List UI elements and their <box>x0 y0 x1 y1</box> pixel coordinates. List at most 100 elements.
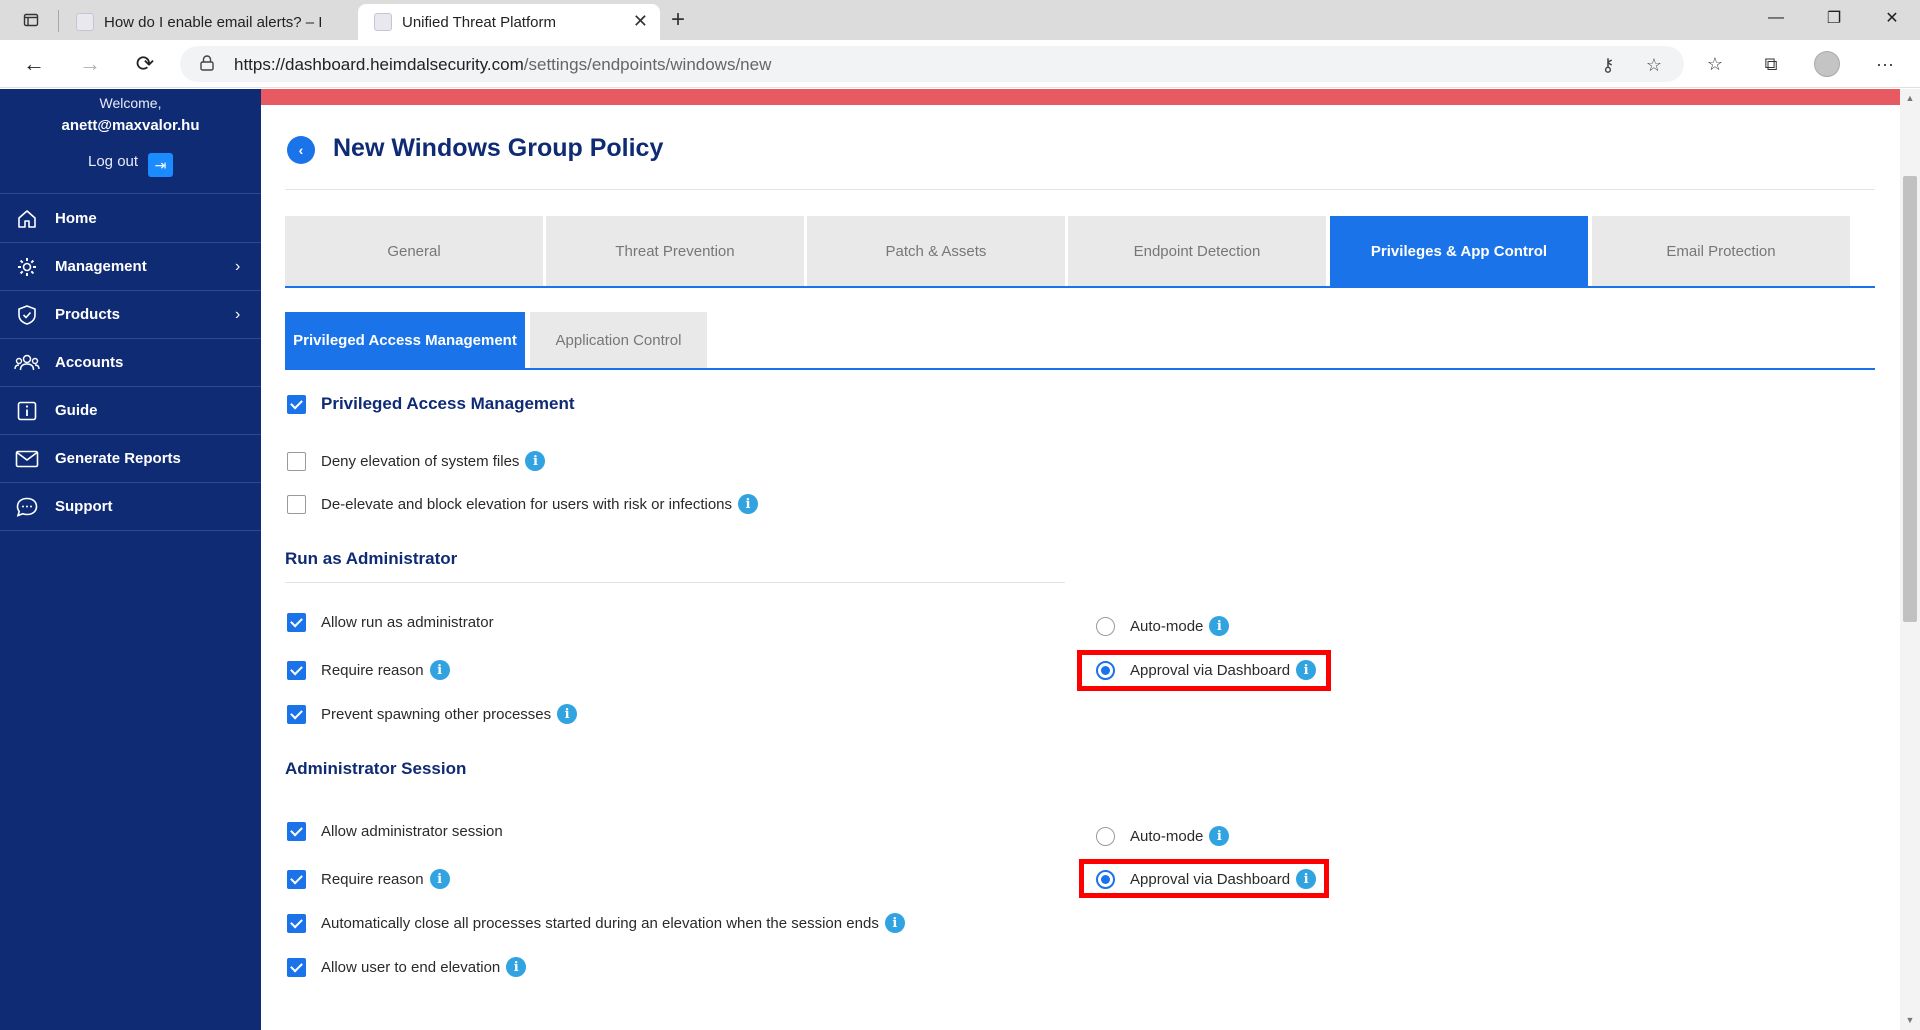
info-icon[interactable]: i <box>1209 616 1230 636</box>
info-icon[interactable]: i <box>525 451 546 471</box>
prevent-spawning-label: Prevent spawning other processes <box>321 705 552 723</box>
allow-run-as-admin-label: Allow run as administrator <box>321 614 494 631</box>
sidebar-item-management[interactable]: Management › <box>0 243 261 290</box>
tab-separator <box>58 10 59 32</box>
back-arrow-icon[interactable]: ← <box>16 48 52 80</box>
url-text[interactable]: https://dashboard.heimdalsecurity.com/se… <box>234 55 771 75</box>
session-require-reason-checkbox[interactable] <box>287 869 306 889</box>
subtab-privileged-access-management[interactable]: Privileged Access Management <box>285 312 525 368</box>
logout-link[interactable]: Log out <box>88 153 138 170</box>
run-auto-mode-row: Auto-mode i <box>1096 616 1230 636</box>
sidebar-item-guide[interactable]: Guide <box>0 387 261 434</box>
favorites-icon[interactable]: ☆ <box>1700 50 1730 78</box>
close-tab-icon[interactable]: ✕ <box>633 11 648 32</box>
scroll-down-icon[interactable]: ▼ <box>1903 1013 1917 1027</box>
tab-endpoint-detection[interactable]: Endpoint Detection <box>1068 216 1326 286</box>
url-host: https://dashboard.heimdalsecurity.com <box>234 55 524 74</box>
chevron-right-icon: › <box>235 257 241 275</box>
browser-tab-email-alerts[interactable]: How do I enable email alerts? – I <box>60 4 356 40</box>
scrollbar-thumb[interactable] <box>1903 176 1917 622</box>
profile-avatar[interactable] <box>1814 51 1840 77</box>
tab-email-protection[interactable]: Email Protection <box>1592 216 1850 286</box>
more-menu-icon[interactable]: ··· <box>1870 50 1900 78</box>
key-icon[interactable]: ⚷ <box>1596 53 1620 77</box>
sidebar-item-products[interactable]: Products › <box>0 291 261 338</box>
sidebar: Welcome, anett@maxvalor.hu Log out ⇥ Hom… <box>0 89 261 1030</box>
deny-elevation-row: Deny elevation of system files i <box>287 451 546 471</box>
de-elevate-row: De-elevate and block elevation for users… <box>287 494 759 514</box>
sidebar-item-label: Accounts <box>55 354 124 371</box>
tab-privileges-app-control[interactable]: Privileges & App Control <box>1330 216 1588 286</box>
browser-tab-unified-threat-platform[interactable]: Unified Threat Platform ✕ <box>358 4 660 40</box>
shield-icon <box>14 302 40 328</box>
add-favorite-icon[interactable]: ☆ <box>1642 53 1666 77</box>
sidebar-item-label: Products <box>55 306 121 323</box>
close-window-icon[interactable]: ✕ <box>1864 0 1920 36</box>
tab-patch-assets[interactable]: Patch & Assets <box>807 216 1065 286</box>
sidebar-item-generate-reports[interactable]: Generate Reports <box>0 435 261 482</box>
subtab-application-control[interactable]: Application Control <box>530 312 707 368</box>
allow-admin-session-row: Allow administrator session <box>287 822 503 841</box>
forward-arrow-icon[interactable]: → <box>72 48 108 80</box>
collections-icon[interactable]: ⧉ <box>1756 50 1786 78</box>
sidebar-item-accounts[interactable]: Accounts <box>0 339 261 386</box>
minimize-icon[interactable]: — <box>1748 0 1804 36</box>
chat-icon <box>14 494 40 520</box>
allow-run-as-admin-row: Allow run as administrator <box>287 613 494 632</box>
reload-icon[interactable]: ⟳ <box>127 48 163 80</box>
run-auto-mode-radio[interactable] <box>1096 616 1115 636</box>
sidebar-item-support[interactable]: Support <box>0 483 261 530</box>
info-icon[interactable]: i <box>738 494 759 514</box>
info-icon[interactable]: i <box>1296 869 1317 889</box>
tab-actions-icon[interactable] <box>16 6 46 34</box>
prevent-spawning-row: Prevent spawning other processes i <box>287 704 578 724</box>
sidebar-item-home[interactable]: Home <box>0 195 261 242</box>
pam-label: Privileged Access Management <box>321 394 575 413</box>
info-icon[interactable]: i <box>429 869 450 889</box>
restore-icon[interactable]: ❐ <box>1806 0 1862 36</box>
page-title: New Windows Group Policy <box>333 134 664 162</box>
back-button[interactable]: ‹ <box>287 136 315 164</box>
info-icon[interactable]: i <box>557 704 578 724</box>
prevent-spawning-checkbox[interactable] <box>287 704 306 724</box>
logout-icon[interactable]: ⇥ <box>148 153 173 177</box>
browser-tab-title: Unified Threat Platform <box>402 13 556 31</box>
allow-run-as-admin-checkbox[interactable] <box>287 613 306 632</box>
info-icon[interactable]: i <box>1209 826 1230 846</box>
tab-threat-prevention[interactable]: Threat Prevention <box>546 216 804 286</box>
allow-end-elevation-checkbox[interactable] <box>287 957 306 977</box>
session-auto-mode-label: Auto-mode <box>1130 827 1204 845</box>
url-path: /settings/endpoints/windows/new <box>523 55 772 74</box>
de-elevate-checkbox[interactable] <box>287 494 306 514</box>
info-box-icon <box>14 398 40 424</box>
auto-close-checkbox[interactable] <box>287 913 306 933</box>
info-icon[interactable]: i <box>884 913 905 933</box>
address-bar[interactable]: https://dashboard.heimdalsecurity.com/se… <box>180 46 1684 82</box>
info-icon[interactable]: i <box>429 660 450 680</box>
allow-admin-session-checkbox[interactable] <box>287 822 306 841</box>
admin-session-title: Administrator Session <box>285 759 467 778</box>
allow-end-elevation-label: Allow user to end elevation <box>321 958 501 976</box>
allow-end-elevation-row: Allow user to end elevation i <box>287 957 527 977</box>
run-approval-row: Approval via Dashboard i <box>1096 660 1317 680</box>
info-icon[interactable]: i <box>506 957 527 977</box>
scroll-up-icon[interactable]: ▲ <box>1903 91 1917 105</box>
users-icon <box>14 350 40 376</box>
chevron-right-icon: › <box>235 305 241 323</box>
tab-general[interactable]: General <box>285 216 543 286</box>
pam-checkbox[interactable] <box>287 394 306 414</box>
policy-subtabs: Privileged Access Management Application… <box>285 312 1875 370</box>
session-approval-radio[interactable] <box>1096 869 1115 889</box>
deny-elevation-checkbox[interactable] <box>287 451 306 471</box>
title-divider <box>285 189 1875 190</box>
run-require-reason-checkbox[interactable] <box>287 660 306 680</box>
new-tab-icon[interactable]: + <box>663 6 693 34</box>
user-email: anett@maxvalor.hu <box>61 117 200 134</box>
lock-icon[interactable] <box>200 55 214 71</box>
de-elevate-label: De-elevate and block elevation for users… <box>321 495 733 513</box>
run-approval-radio[interactable] <box>1096 660 1115 680</box>
session-auto-mode-radio[interactable] <box>1096 826 1115 846</box>
info-icon[interactable]: i <box>1296 660 1317 680</box>
run-as-admin-title: Run as Administrator <box>285 549 458 568</box>
run-require-reason-label: Require reason <box>321 661 424 679</box>
